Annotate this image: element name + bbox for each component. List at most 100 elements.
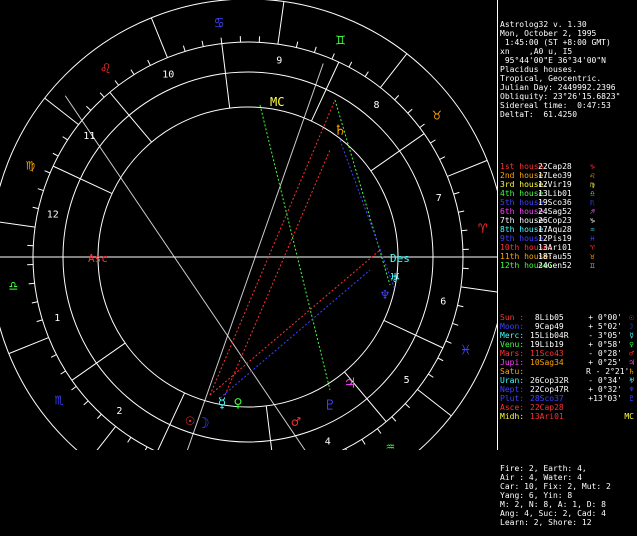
sign-icon: ♒ <box>386 437 395 450</box>
house-value: 19Sco36 <box>538 198 590 207</box>
uranus-icon: ♅ <box>390 269 399 287</box>
house-cusp <box>371 134 424 171</box>
planet-position-list: Sun : 8Lib05+ 0°00'☉Moon: 9Cap49+ 5°02'☽… <box>500 313 637 421</box>
house-number: 11 <box>83 131 95 142</box>
house-label: 4th house: <box>500 189 538 198</box>
degree-tick <box>53 153 58 156</box>
degree-tick <box>148 60 151 65</box>
header-line: 95°44'00"E 36°34'00"N <box>500 56 637 65</box>
header-line: xn ,A0 u, I5 <box>500 47 637 56</box>
degree-tick <box>457 305 463 306</box>
wheel-rings <box>0 0 497 450</box>
house-cusp <box>266 406 274 450</box>
summary-line: Fire: 2, Earth: 4, <box>500 464 637 473</box>
summary-line: Air : 4, Water: 4 <box>500 473 637 482</box>
house-value: 26Cop23 <box>538 216 590 225</box>
sign-icon: ♓ <box>461 340 470 358</box>
jupiter-icon: ♃ <box>345 374 354 392</box>
planet-declination: - 0°28' <box>586 349 622 358</box>
house-row: 2nd house:17Leo39♌ <box>500 171 637 180</box>
degree-tick <box>32 302 38 303</box>
house-row: 4th house:13Lib01♎ <box>500 189 637 198</box>
degree-tick <box>452 323 458 325</box>
house-cusp <box>222 44 230 109</box>
planet-declination <box>586 412 622 421</box>
house-number: 6 <box>440 296 446 307</box>
sign-boundary <box>9 338 49 354</box>
house-value: 17Aqu28 <box>538 225 590 234</box>
house-sign-icon: ♑ <box>590 216 604 225</box>
header-line: Obliquity: 23°26'15.6823" <box>500 92 637 101</box>
house-label: 10th house: <box>500 243 538 252</box>
planet-label: Moon: <box>500 322 530 331</box>
planet-row: Sun : 8Lib05+ 0°00'☉ <box>500 313 637 322</box>
degree-tick <box>362 439 365 444</box>
house-number: 5 <box>404 375 410 386</box>
sun-icon: ☉ <box>185 411 194 429</box>
pluto-icon: ♇ <box>325 396 334 414</box>
house-cusp <box>110 92 152 142</box>
planet-icon: ♆ <box>622 385 634 394</box>
house-cusp-lines <box>33 44 463 450</box>
moon-icon: ☽ <box>200 414 209 432</box>
degree-tick <box>332 54 334 60</box>
aspect-line <box>260 105 330 390</box>
house-number: 4 <box>325 436 331 447</box>
planet-position: 15Lib04R <box>530 331 586 340</box>
house-row: 12th house:24Gen52♊ <box>500 261 637 270</box>
house-label: 3rd house: <box>500 180 538 189</box>
degree-tick <box>183 46 185 52</box>
header-line: 1:45:00 (ST +8:00 GMT) <box>500 38 637 47</box>
planet-declination: R - 2°21' <box>586 367 622 376</box>
house-row: 7th house:26Cop23♑ <box>500 216 637 225</box>
planet-position: 26Cop32R <box>530 376 586 385</box>
planet-label: Asce: <box>500 403 530 412</box>
house-value: 17Leo39 <box>538 171 590 180</box>
planet-position <box>530 367 586 376</box>
house-label: 6th house: <box>500 207 538 216</box>
degree-tick <box>37 320 43 322</box>
planet-declination <box>586 403 622 412</box>
degree-tick <box>405 404 409 408</box>
house-cusp <box>311 62 338 121</box>
summary-line: Yang: 6, Yin: 8 <box>500 491 637 500</box>
chart-wheel: ♈♉♊♋♌♍♎♏♐♑♒♓ 123456789101112 ☉☽☿♀♂♃♄♅♆♇ … <box>0 0 497 450</box>
sign-icon: ♋ <box>215 13 224 31</box>
house-sign-icon: ♓ <box>590 234 604 243</box>
house-number: 12 <box>47 210 59 221</box>
house-value: 22Cap28 <box>538 162 590 171</box>
degree-tick <box>202 41 203 47</box>
aspect-line <box>210 100 335 395</box>
neptune-icon: ♆ <box>380 286 389 304</box>
house-sign-icon: ♌ <box>590 171 604 180</box>
degree-tick <box>314 47 316 53</box>
planet-declination: + 0°32' <box>586 385 622 394</box>
planet-icon: ♄ <box>622 367 634 376</box>
house-row: 6th house:24Sag52♐ <box>500 207 637 216</box>
sign-boundary <box>89 426 115 450</box>
planet-icon: ♇ <box>622 394 634 403</box>
planet-declination: + 5°02' <box>586 322 622 331</box>
planet-declination: - 3°05' <box>586 331 622 340</box>
planet-position: 28Sco37 <box>530 394 586 403</box>
planet-declination: + 0°00' <box>586 313 622 322</box>
house-value: 18Tau55 <box>538 252 590 261</box>
house-label: 1st house: <box>500 162 538 171</box>
saturn-icon: ♄ <box>335 121 344 139</box>
header-line: DeltaT: 61.4250 <box>500 110 637 119</box>
house-label: 2nd house: <box>500 171 538 180</box>
house-sign-icon: ♊ <box>590 261 604 270</box>
planet-row: Satu:R - 2°21'♄ <box>500 367 637 376</box>
house-number: 8 <box>374 100 380 111</box>
house-value: 12Pis19 <box>538 234 590 243</box>
planet-icon: ☿ <box>622 331 634 340</box>
mars-icon: ♂ <box>291 413 300 431</box>
spacer <box>500 439 637 446</box>
house-sign-icon: ♈ <box>590 243 604 252</box>
degree-tick <box>377 429 381 434</box>
planet-icon: ☽ <box>622 322 634 331</box>
degree-tick <box>408 109 412 113</box>
degree-tick <box>45 171 51 173</box>
aspect-lines <box>210 100 395 398</box>
degree-tick <box>438 358 443 361</box>
